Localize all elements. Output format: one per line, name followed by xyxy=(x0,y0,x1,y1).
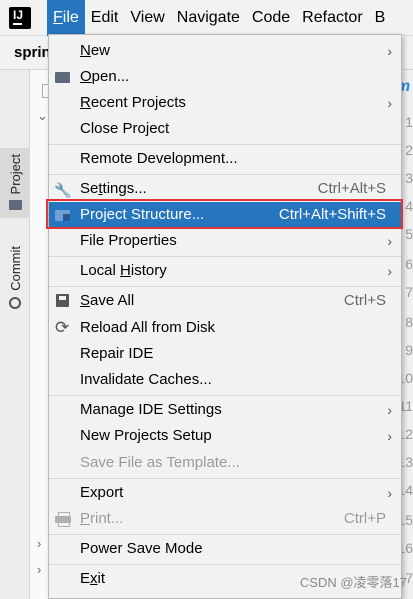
watermark: CSDN @凌零落17 xyxy=(299,575,407,590)
menu-separator xyxy=(49,478,401,479)
file-menu-dropdown: New › Open... Recent Projects › Close Pr… xyxy=(48,34,402,599)
line-number: 2 xyxy=(405,142,413,158)
menu-item-label: Invalidate Caches... xyxy=(80,371,212,388)
menu-item-settings[interactable]: Settings... Ctrl+Alt+S xyxy=(49,176,401,203)
menu-item-label: Recent Projects xyxy=(80,94,186,111)
print-icon xyxy=(55,512,71,527)
menu-item-save-all[interactable]: Save All Ctrl+S xyxy=(49,288,401,314)
line-number: 5 xyxy=(405,226,413,242)
menu-item-label: Save File as Template... xyxy=(80,454,240,471)
save-icon xyxy=(55,294,71,308)
commit-tool-label: Commit xyxy=(7,246,23,291)
menubar: IJ File Edit View Navigate Code Refactor… xyxy=(0,0,413,36)
menu-item-label: New xyxy=(80,42,111,59)
menu-item-label: Settings... xyxy=(80,180,147,197)
menu-item-label: Close Project xyxy=(80,120,170,137)
menu-separator xyxy=(49,256,401,257)
menu-item-label: New Projects Setup xyxy=(80,427,212,444)
chevron-right-icon: › xyxy=(387,95,392,111)
chevron-right-icon: › xyxy=(387,485,392,501)
menu-item-close-project[interactable]: Close Project xyxy=(49,116,401,142)
line-number: 8 xyxy=(405,314,413,330)
line-number: 1 xyxy=(405,114,413,130)
chevron-right-icon: › xyxy=(387,43,392,59)
menu-item-label: Print... xyxy=(80,510,124,527)
line-number: 3 xyxy=(405,170,413,186)
menu-item-label: Open... xyxy=(80,68,130,85)
menu-separator xyxy=(49,564,401,565)
menu-item-label: Power Save Mode xyxy=(80,540,203,557)
line-number: 4 xyxy=(405,198,413,214)
wrench-icon xyxy=(54,177,71,203)
chevron-right-icon: › xyxy=(387,402,392,418)
menu-view[interactable]: View xyxy=(124,0,170,36)
menu-item-repair-ide[interactable]: Repair IDE xyxy=(49,341,401,367)
menu-item-power-save-mode[interactable]: Power Save Mode xyxy=(49,536,401,562)
menu-item-label: Exit xyxy=(80,570,106,587)
project-name[interactable]: sprin xyxy=(14,44,51,61)
line-number: 9 xyxy=(405,342,413,358)
menu-item-label: Save All xyxy=(80,292,135,309)
menu-item-print: Print... Ctrl+P xyxy=(49,506,401,532)
shortcut-label: Ctrl+Alt+Shift+S xyxy=(278,206,386,223)
project-structure-icon xyxy=(55,208,71,222)
menu-item-label: Remote Development... xyxy=(80,150,238,167)
menu-item-local-history[interactable]: Local History › xyxy=(49,258,401,284)
chevron-right-icon: › xyxy=(387,263,392,279)
folder-icon xyxy=(8,200,22,211)
menu-item-open[interactable]: Open... xyxy=(49,64,401,90)
menu-item-label: Export xyxy=(80,484,124,501)
intellij-logo-icon[interactable]: IJ xyxy=(7,4,33,31)
chevron-right-icon[interactable]: › xyxy=(37,562,41,577)
commit-tool-tab[interactable]: Commit xyxy=(0,240,30,315)
menu-item-project-structure[interactable]: Project Structure... Ctrl+Alt+Shift+S xyxy=(49,202,401,228)
menu-item-new[interactable]: New › xyxy=(49,38,401,64)
menu-item-label: Reload All from Disk xyxy=(80,319,216,336)
reload-icon xyxy=(55,315,71,341)
menu-separator xyxy=(49,174,401,175)
chevron-right-icon: › xyxy=(387,428,392,444)
commit-icon xyxy=(9,296,21,309)
left-tool-strip: Project Commit xyxy=(0,70,30,599)
menu-item-manage-ide-settings[interactable]: Manage IDE Settings › xyxy=(49,397,401,423)
menu-file-mnemonic: F xyxy=(53,8,63,26)
menu-build[interactable]: B xyxy=(369,0,392,36)
menu-separator xyxy=(49,395,401,396)
menu-item-save-file-as-template: Save File as Template... xyxy=(49,450,401,476)
project-tool-label: Project xyxy=(7,154,23,195)
line-number: 7 xyxy=(405,284,413,300)
menu-separator xyxy=(49,144,401,145)
menu-item-label: Repair IDE xyxy=(80,345,154,362)
menu-navigate[interactable]: Navigate xyxy=(171,0,246,36)
menu-separator xyxy=(49,286,401,287)
menu-edit[interactable]: Edit xyxy=(85,0,125,36)
menu-item-recent-projects[interactable]: Recent Projects › xyxy=(49,90,401,116)
shortcut-label: Ctrl+P xyxy=(343,510,386,527)
menu-file[interactable]: File xyxy=(47,0,85,36)
menu-separator xyxy=(49,534,401,535)
chevron-down-icon[interactable]: ⌄ xyxy=(37,108,48,124)
menu-item-label: Project Structure... xyxy=(80,206,205,223)
menu-code[interactable]: Code xyxy=(246,0,296,36)
shortcut-label: Ctrl+S xyxy=(343,292,386,309)
menu-item-label: Local History xyxy=(80,262,167,279)
shortcut-label: Ctrl+Alt+S xyxy=(317,180,386,197)
project-tool-tab[interactable]: Project xyxy=(0,148,30,219)
chevron-right-icon[interactable]: › xyxy=(37,536,41,551)
menu-item-reload-all[interactable]: Reload All from Disk xyxy=(49,315,401,341)
chevron-right-icon: › xyxy=(387,233,392,249)
menu-item-label: Manage IDE Settings xyxy=(80,401,222,418)
menu-item-label: File Properties xyxy=(80,232,177,249)
menu-item-remote-development[interactable]: Remote Development... xyxy=(49,146,401,172)
line-number: 6 xyxy=(405,256,413,272)
menu-item-export[interactable]: Export › xyxy=(49,480,401,506)
menu-item-new-projects-setup[interactable]: New Projects Setup › xyxy=(49,423,401,449)
folder-open-icon xyxy=(55,70,71,84)
menu-refactor[interactable]: Refactor xyxy=(296,0,368,36)
menu-item-invalidate-caches[interactable]: Invalidate Caches... xyxy=(49,367,401,393)
menu-item-file-properties[interactable]: File Properties › xyxy=(49,228,401,254)
